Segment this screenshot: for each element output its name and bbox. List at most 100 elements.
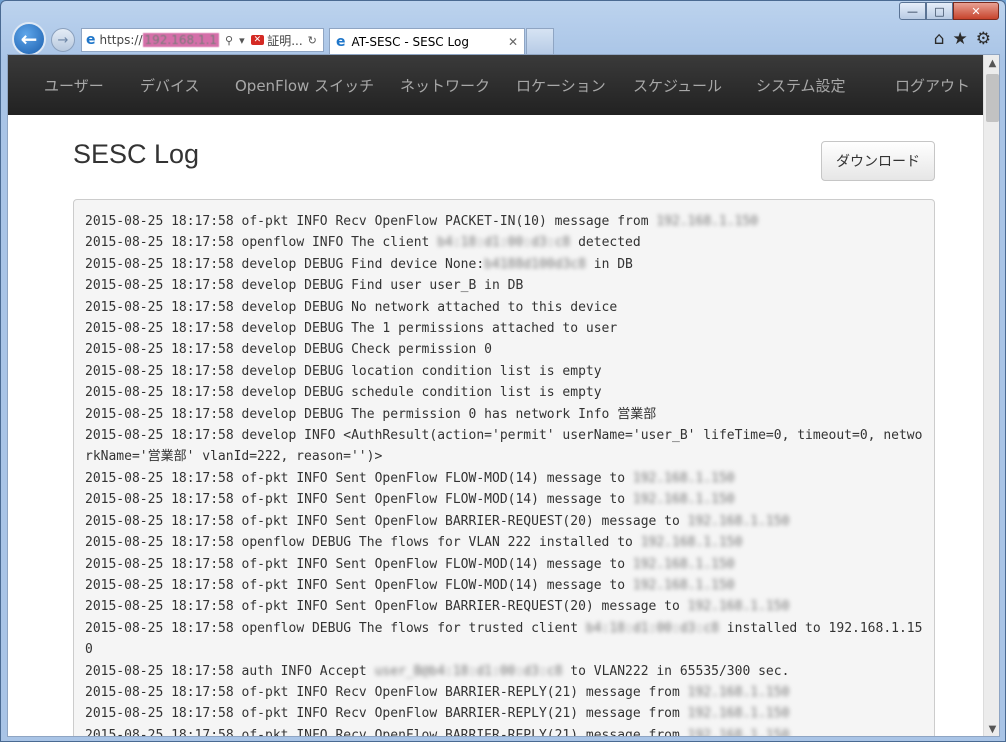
address-bar[interactable]: e https:// 192.168.1.1 ⚲ ▾ ✕ 証明... ↻ — [81, 28, 324, 52]
log-line-text: 2015-08-25 18:17:58 of-pkt INFO Sent Ope… — [85, 577, 633, 593]
scroll-thumb[interactable] — [986, 74, 999, 122]
log-line-text: 2015-08-25 18:17:58 develop DEBUG schedu… — [85, 385, 602, 401]
redacted-value: 192.168.1.150 — [632, 492, 735, 508]
window-controls: — □ ✕ — [899, 2, 999, 20]
log-line-text: 2015-08-25 18:17:58 openflow DEBUG The f… — [85, 620, 586, 636]
redacted-value: 192.168.1.150 — [687, 684, 790, 700]
ie-logo-icon: e — [86, 32, 96, 48]
log-line: 2015-08-25 18:17:58 develop DEBUG Find d… — [85, 254, 924, 275]
redacted-value: b4:18:d1:00:d3:c8 — [437, 235, 571, 251]
minimize-button[interactable]: — — [899, 2, 926, 20]
redacted-value: 192.168.1.150 — [632, 470, 735, 486]
tab-sesc-log[interactable]: e AT-SESC - SESC Log ✕ — [329, 28, 525, 54]
redacted-value: 192.168.1.150 — [632, 556, 735, 572]
log-line-tail: in DB — [585, 256, 633, 272]
page-title: SESC Log — [73, 139, 200, 169]
redacted-value: 192.168.1.150 — [687, 513, 790, 529]
log-line: 2015-08-25 18:17:58 develop DEBUG schedu… — [85, 382, 924, 403]
log-line-text: 2015-08-25 18:17:58 of-pkt INFO Sent Ope… — [85, 599, 688, 615]
redacted-value: b4188d100d3c8 — [484, 256, 586, 272]
nav-location[interactable]: ロケーション — [516, 75, 606, 96]
log-line-text: 2015-08-25 18:17:58 develop DEBUG Check … — [85, 342, 492, 358]
log-line: 2015-08-25 18:17:58 auth INFO Accept use… — [85, 661, 924, 682]
log-line-text: 2015-08-25 18:17:58 of-pkt INFO Sent Ope… — [85, 556, 633, 572]
redacted-value: user_B@b4:18:d1:00:d3:c8 — [374, 663, 563, 679]
refresh-icon[interactable]: ↻ — [308, 34, 317, 47]
nav-users[interactable]: ユーザー — [44, 75, 104, 96]
log-line-text: 2015-08-25 18:17:58 develop INFO <AuthRe… — [85, 428, 923, 465]
log-line: 2015-08-25 18:17:58 of-pkt INFO Recv Ope… — [85, 682, 924, 703]
redacted-value: 192.168.1.150 — [656, 214, 759, 229]
redacted-value: 192.168.1.150 — [687, 599, 790, 615]
log-line-text: 2015-08-25 18:17:58 of-pkt INFO Sent Ope… — [85, 470, 633, 486]
log-line-tail: to VLAN222 in 65535/300 sec. — [562, 663, 790, 679]
log-line-text: 2015-08-25 18:17:58 develop DEBUG Find u… — [85, 278, 524, 294]
ie-logo-icon: e — [336, 33, 346, 50]
log-line: 2015-08-25 18:17:58 of-pkt INFO Sent Ope… — [85, 554, 924, 575]
log-line: 2015-08-25 18:17:58 of-pkt INFO Sent Ope… — [85, 575, 924, 596]
page-viewport: ユーザー デバイス OpenFlow スイッチ ネットワーク ロケーション スケ… — [7, 54, 1000, 737]
log-line: 2015-08-25 18:17:58 develop DEBUG No net… — [85, 297, 924, 318]
browser-toolbar: ⌂ ★ ⚙ — [934, 29, 991, 49]
log-line-text: 2015-08-25 18:17:58 of-pkt INFO Recv Ope… — [85, 706, 688, 722]
tab-title: AT-SESC - SESC Log — [351, 34, 469, 49]
close-tab-icon[interactable]: ✕ — [508, 35, 518, 49]
log-line-text: 2015-08-25 18:17:58 develop DEBUG The pe… — [85, 406, 657, 422]
close-window-button[interactable]: ✕ — [953, 2, 999, 20]
settings-gear-icon[interactable]: ⚙ — [976, 29, 991, 49]
redacted-value: 192.168.1.150 — [640, 535, 743, 551]
scroll-up-icon[interactable]: ▲ — [984, 55, 999, 72]
certificate-error-label[interactable]: 証明... — [267, 32, 302, 49]
top-navbar: ユーザー デバイス OpenFlow スイッチ ネットワーク ロケーション スケ… — [8, 55, 983, 115]
log-line-text: 2015-08-25 18:17:58 develop DEBUG The 1 … — [85, 321, 618, 337]
log-line: 2015-08-25 18:17:58 of-pkt INFO Recv Ope… — [85, 703, 924, 724]
browser-window: — □ ✕ ← → e https:// 192.168.1.1 ⚲ ▾ ✕ 証… — [0, 0, 1006, 742]
log-line: 2015-08-25 18:17:58 of-pkt INFO Sent Ope… — [85, 468, 924, 489]
log-line-text: 2015-08-25 18:17:58 of-pkt INFO Recv Ope… — [85, 214, 657, 229]
log-line: 2015-08-25 18:17:58 of-pkt INFO Sent Ope… — [85, 596, 924, 617]
address-url[interactable]: https:// — [100, 33, 143, 47]
log-panel[interactable]: 2015-08-25 18:17:58 of-pkt INFO Recv Ope… — [73, 199, 935, 737]
redacted-value: b4:18:d1:00:d3:c8 — [585, 620, 719, 636]
redacted-value: 192.168.1.150 — [632, 577, 735, 593]
certificate-error-icon[interactable]: ✕ — [250, 35, 265, 45]
nav-network[interactable]: ネットワーク — [400, 75, 490, 96]
log-line: 2015-08-25 18:17:58 openflow DEBUG The f… — [85, 532, 924, 553]
nav-devices[interactable]: デバイス — [140, 75, 200, 96]
log-line-text: 2015-08-25 18:17:58 of-pkt INFO Sent Ope… — [85, 513, 688, 529]
log-line: 2015-08-25 18:17:58 develop DEBUG Check … — [85, 339, 924, 360]
log-line-text: 2015-08-25 18:17:58 develop DEBUG locati… — [85, 363, 602, 379]
log-line: 2015-08-25 18:17:58 develop DEBUG The 1 … — [85, 318, 924, 339]
log-line-text: 2015-08-25 18:17:58 auth INFO Accept — [85, 663, 375, 679]
log-line: 2015-08-25 18:17:58 openflow DEBUG The f… — [85, 618, 924, 661]
nav-logout[interactable]: ログアウト — [895, 75, 970, 96]
favorites-star-icon[interactable]: ★ — [953, 29, 968, 49]
log-line: 2015-08-25 18:17:58 develop DEBUG The pe… — [85, 404, 924, 425]
vertical-scrollbar[interactable]: ▲ ▼ — [983, 55, 999, 736]
nav-openflow-switch[interactable]: OpenFlow スイッチ — [235, 75, 374, 96]
forward-button[interactable]: → — [51, 28, 75, 52]
dropdown-icon[interactable]: ▾ — [239, 34, 245, 47]
log-line: 2015-08-25 18:17:58 openflow INFO The cl… — [85, 232, 924, 253]
nav-system-settings[interactable]: システム設定 — [756, 75, 846, 96]
download-button[interactable]: ダウンロード — [821, 141, 935, 181]
log-line-text: 2015-08-25 18:17:58 develop DEBUG Find d… — [85, 256, 485, 272]
search-icon[interactable]: ⚲ — [225, 34, 233, 47]
arrow-right-icon: → — [57, 32, 69, 48]
maximize-button[interactable]: □ — [926, 2, 953, 20]
redacted-value: 192.168.1.150 — [687, 727, 790, 737]
new-tab-button[interactable] — [526, 28, 554, 54]
address-url-redacted: 192.168.1.1 — [142, 33, 220, 47]
log-line-text: 2015-08-25 18:17:58 of-pkt INFO Recv Ope… — [85, 684, 688, 700]
home-icon[interactable]: ⌂ — [934, 29, 945, 49]
nav-schedule[interactable]: スケジュール — [633, 75, 722, 96]
back-button[interactable]: ← — [12, 22, 46, 56]
log-line-text: 2015-08-25 18:17:58 of-pkt INFO Recv Ope… — [85, 727, 688, 737]
log-line: 2015-08-25 18:17:58 develop DEBUG Find u… — [85, 275, 924, 296]
log-line-text: 2015-08-25 18:17:58 openflow INFO The cl… — [85, 235, 438, 251]
main-content: SESC Log ダウンロード 2015-08-25 18:17:58 of-p… — [8, 115, 983, 737]
scroll-down-icon[interactable]: ▼ — [984, 721, 999, 736]
log-line: 2015-08-25 18:17:58 develop DEBUG locati… — [85, 361, 924, 382]
log-line: 2015-08-25 18:17:58 develop INFO <AuthRe… — [85, 425, 924, 468]
log-line: 2015-08-25 18:17:58 of-pkt INFO Sent Ope… — [85, 489, 924, 510]
